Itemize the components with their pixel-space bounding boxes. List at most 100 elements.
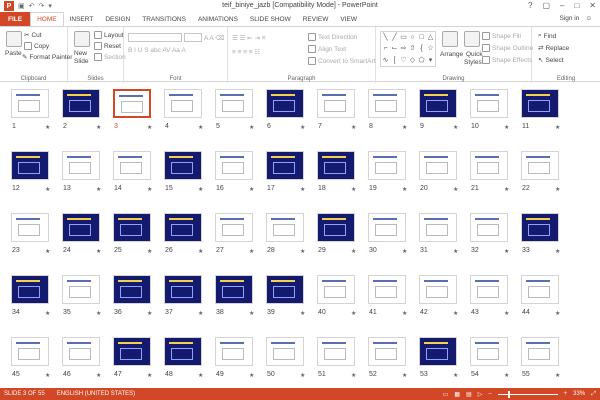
slideshow-view-icon[interactable]: ▷ [478,391,483,398]
zoom-in-icon[interactable]: + [564,391,568,397]
tab-transitions[interactable]: TRANSITIONS [136,12,192,26]
slide-thumbnail[interactable] [470,275,508,304]
shape-arrow-right-icon[interactable]: ⇨ [399,43,408,54]
new-slide-icon[interactable] [74,31,90,47]
cut-button[interactable]: ✂ Cut [24,31,42,40]
font-format-buttons[interactable]: B I U S abc AV Aa A [128,47,186,54]
font-name-box[interactable] [128,33,182,42]
transition-star-icon[interactable]: ★ [300,186,305,193]
sign-in-link[interactable]: Sign in [559,15,579,22]
transition-star-icon[interactable]: ★ [351,372,356,379]
transition-star-icon[interactable]: ★ [453,310,458,317]
transition-star-icon[interactable]: ★ [453,248,458,255]
transition-star-icon[interactable]: ★ [402,124,407,131]
shape-square-icon[interactable]: □ [417,32,426,43]
transition-star-icon[interactable]: ★ [45,310,50,317]
slide-thumbnail[interactable] [215,213,253,242]
slide-thumbnail[interactable] [266,275,304,304]
slide-thumbnail[interactable] [521,337,559,366]
slide-thumbnail[interactable] [470,213,508,242]
layout-button[interactable]: Layout [94,31,124,39]
transition-star-icon[interactable]: ★ [402,310,407,317]
tab-slide-show[interactable]: SLIDE SHOW [244,12,297,26]
transition-star-icon[interactable]: ★ [147,372,152,379]
convert-smartart-button[interactable]: Convert to SmartArt [308,57,375,65]
transition-star-icon[interactable]: ★ [249,124,254,131]
shape-effects-button[interactable]: Shape Effects [482,56,532,64]
shape-triangle-icon[interactable]: △ [426,32,435,43]
transition-star-icon[interactable]: ★ [504,124,509,131]
transition-star-icon[interactable]: ★ [45,124,50,131]
shape-oval-icon[interactable]: ○ [408,32,417,43]
shape-line-icon[interactable]: ╲ [381,32,390,43]
transition-star-icon[interactable]: ★ [96,124,101,131]
slide-thumbnail[interactable] [368,213,406,242]
replace-button[interactable]: ⇄ Replace [538,44,569,53]
slide-thumbnail[interactable] [11,89,49,118]
transition-star-icon[interactable]: ★ [45,372,50,379]
shape-pentagon-icon[interactable]: ⬠ [417,55,426,66]
tab-home[interactable]: HOME [30,12,64,26]
slide-thumbnail[interactable] [11,337,49,366]
zoom-level[interactable]: 33% [573,391,585,397]
transition-star-icon[interactable]: ★ [198,372,203,379]
slide-thumbnail[interactable] [521,151,559,180]
fit-slide-icon[interactable]: ⤢ [591,391,596,398]
transition-star-icon[interactable]: ★ [351,124,356,131]
transition-star-icon[interactable]: ★ [249,186,254,193]
transition-star-icon[interactable]: ★ [198,248,203,255]
quick-styles-icon[interactable] [464,31,480,47]
slide-thumbnail[interactable] [164,337,202,366]
shape-arrow-up-icon[interactable]: ⇧ [408,43,417,54]
transition-star-icon[interactable]: ★ [555,310,560,317]
zoom-out-icon[interactable]: – [488,391,491,397]
transition-star-icon[interactable]: ★ [249,310,254,317]
slide-thumbnail[interactable] [215,337,253,366]
slide-thumbnail[interactable] [62,337,100,366]
font-size-box[interactable] [184,33,202,42]
slide-thumbnail[interactable] [521,213,559,242]
slide-thumbnail[interactable] [419,151,457,180]
transition-star-icon[interactable]: ★ [555,248,560,255]
slide-thumbnail[interactable] [317,213,355,242]
slide-thumbnail[interactable] [11,213,49,242]
shape-line2-icon[interactable]: ╱ [390,32,399,43]
transition-star-icon[interactable]: ★ [198,124,203,131]
section-button[interactable]: Section [94,53,126,61]
shape-more-icon[interactable]: ▾ [426,55,435,66]
transition-star-icon[interactable]: ★ [504,248,509,255]
paste-button[interactable]: Paste [5,50,22,57]
slide-thumbnail[interactable] [215,275,253,304]
transition-star-icon[interactable]: ★ [555,186,560,193]
slide-thumbnail[interactable] [317,89,355,118]
slide-thumbnail[interactable] [113,89,151,118]
transition-star-icon[interactable]: ★ [504,372,509,379]
sorter-view-icon[interactable]: ▦ [454,391,460,398]
shape-star-icon[interactable]: ☆ [426,43,435,54]
slide-thumbnail[interactable] [470,151,508,180]
copy-button[interactable]: Copy [24,42,49,50]
transition-star-icon[interactable]: ★ [351,186,356,193]
transition-star-icon[interactable]: ★ [402,248,407,255]
slide-thumbnail[interactable] [113,213,151,242]
transition-star-icon[interactable]: ★ [555,124,560,131]
ribbon-display-icon[interactable]: ▢ [542,1,550,10]
list-buttons[interactable]: ☰ ☰ ⇤ ⇥ ≡ [232,34,266,42]
slide-thumbnail[interactable] [62,89,100,118]
shape-curve-icon[interactable]: ∿ [381,55,390,66]
transition-star-icon[interactable]: ★ [96,186,101,193]
slide-thumbnail[interactable] [113,275,151,304]
transition-star-icon[interactable]: ★ [402,186,407,193]
slide-thumbnail[interactable] [215,89,253,118]
transition-star-icon[interactable]: ★ [300,372,305,379]
slide-thumbnail[interactable] [317,337,355,366]
quick-styles-button[interactable]: Quick [466,51,483,58]
align-text-button[interactable]: Align Text [308,45,346,53]
slide-thumbnail[interactable] [113,337,151,366]
slide-thumbnail[interactable] [11,275,49,304]
shape-connector-icon[interactable]: ⌐ [381,43,390,54]
slide-thumbnail[interactable] [164,89,202,118]
transition-star-icon[interactable]: ★ [300,248,305,255]
slide-thumbnail[interactable] [62,275,100,304]
arrange-icon[interactable] [442,31,458,47]
